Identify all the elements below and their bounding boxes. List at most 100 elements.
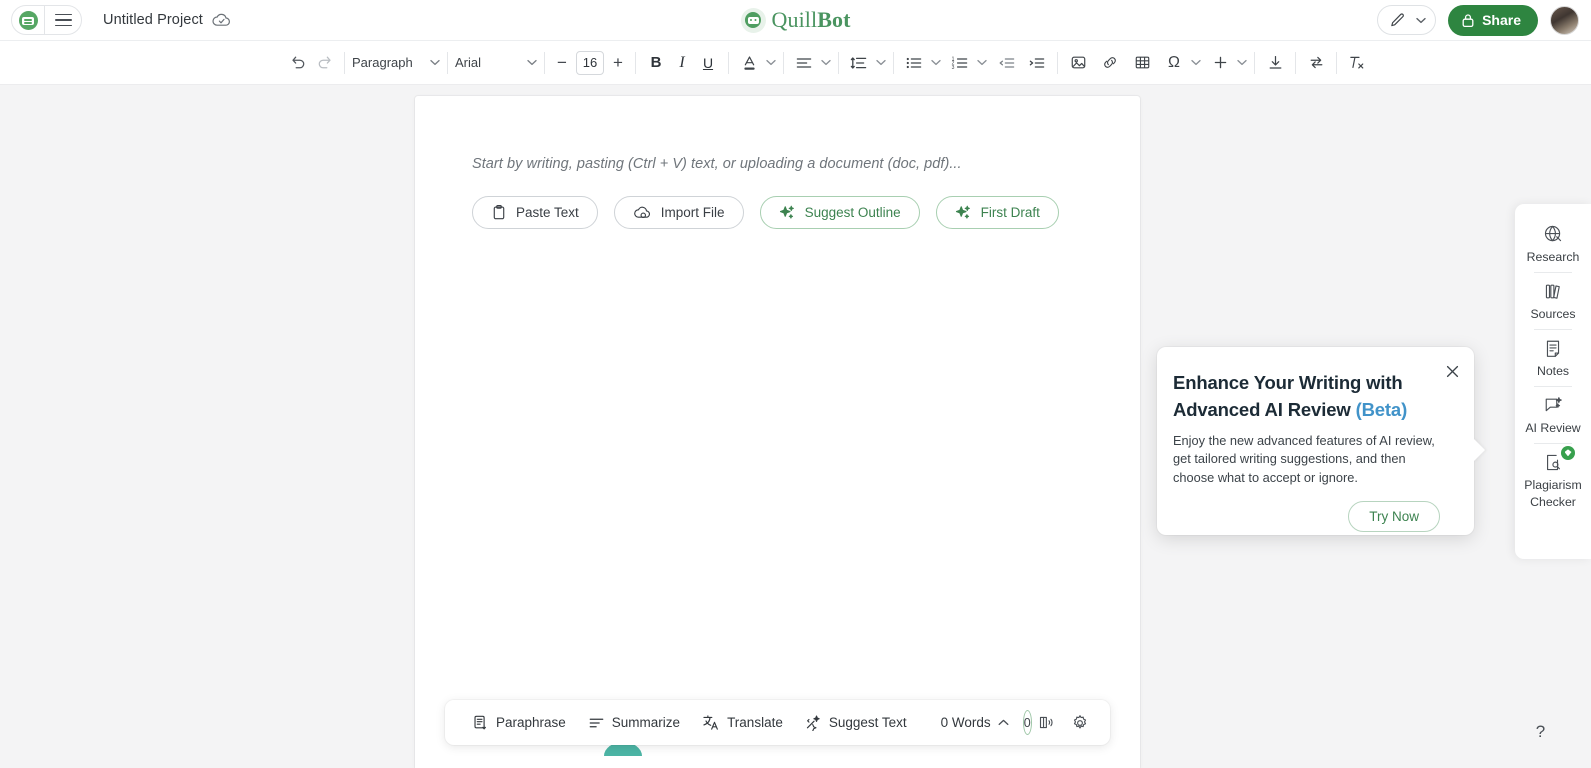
chevron-down-icon[interactable] [821, 59, 831, 66]
bullet-list-icon[interactable] [901, 49, 927, 77]
suggest-outline-button[interactable]: Suggest Outline [759, 196, 920, 229]
promo-body-text: Enjoy the new advanced features of AI re… [1173, 433, 1435, 485]
italic-button[interactable]: I [669, 49, 695, 77]
promo-beta-tag: (Beta) [1355, 399, 1408, 420]
brand-wordmark: QuillBot [771, 7, 850, 33]
right-sidebar-rail: Research Sources Notes AI Review Plagiar… [1515, 204, 1591, 559]
line-spacing-icon[interactable] [846, 49, 872, 77]
clear-formatting-icon[interactable] [1344, 49, 1370, 77]
insert-link-icon[interactable] [1097, 49, 1123, 77]
chevron-down-icon[interactable] [876, 59, 886, 66]
chevron-down-icon[interactable] [931, 59, 941, 66]
cloud-saved-icon [212, 13, 231, 27]
translate-button[interactable]: Translate [691, 708, 794, 738]
chevron-down-icon[interactable] [1191, 59, 1201, 66]
summarize-button[interactable]: Summarize [577, 708, 691, 738]
gear-icon[interactable] [1065, 708, 1096, 738]
document-page[interactable]: Start by writing, pasting (Ctrl + V) tex… [415, 96, 1140, 768]
sidebar-item-label: AI Review [1525, 420, 1581, 435]
quillbot-bot-icon[interactable] [12, 6, 45, 34]
first-draft-label: First Draft [980, 205, 1040, 220]
lock-icon [1461, 13, 1475, 28]
format-toolbar: Paragraph Arial − 16 + B I U 1 2 3 Ω [0, 41, 1591, 85]
decrease-font-size-button[interactable]: − [552, 50, 572, 76]
paragraph-style-value: Paragraph [352, 55, 413, 70]
brand-bot-text: Bot [817, 7, 851, 32]
sidebar-item-label: Notes [1536, 363, 1570, 378]
chevron-up-icon [998, 719, 1009, 726]
share-button[interactable]: Share [1448, 4, 1538, 36]
edit-mode-dropdown[interactable] [1377, 5, 1437, 35]
sparkle-icon [955, 204, 972, 221]
close-icon[interactable] [1443, 362, 1461, 380]
premium-badge-icon [1561, 445, 1575, 460]
sidebar-item-label: Research [1526, 250, 1580, 264]
first-draft-button[interactable]: First Draft [935, 196, 1059, 229]
indent-icon[interactable] [1024, 49, 1050, 77]
chevron-down-icon [1416, 17, 1426, 24]
hamburger-menu-icon[interactable] [45, 6, 81, 34]
avatar[interactable] [1550, 5, 1579, 35]
header-right-group: Share [1377, 4, 1579, 36]
word-count-toggle[interactable]: 0 Words [932, 715, 1009, 730]
share-label: Share [1482, 12, 1521, 28]
translate-icon [702, 714, 720, 731]
project-title[interactable]: Untitled Project [103, 12, 203, 28]
align-left-icon[interactable] [791, 49, 817, 77]
insert-more-icon[interactable] [1207, 49, 1233, 77]
font-size-input[interactable]: 16 [576, 50, 604, 75]
import-file-button[interactable]: Import File [613, 196, 744, 229]
promo-cta-row: Try Now [1173, 500, 1449, 532]
try-now-button[interactable]: Try Now [1348, 500, 1440, 532]
paste-text-label: Paste Text [516, 205, 579, 220]
paste-text-button[interactable]: Paste Text [472, 196, 598, 229]
outdent-icon[interactable] [994, 49, 1020, 77]
text-color-icon[interactable] [736, 49, 762, 77]
chevron-down-icon[interactable] [977, 59, 987, 66]
clipboard-icon [491, 204, 507, 221]
help-icon[interactable]: ? [1528, 719, 1553, 744]
writing-score-badge[interactable]: 0 [1022, 710, 1032, 735]
bottom-bar-right-icons [1032, 708, 1096, 738]
translate-label: Translate [727, 715, 783, 730]
chevron-down-icon[interactable] [766, 59, 776, 66]
quillbot-logo-icon [740, 7, 766, 33]
sidebar-item-research[interactable]: Research [1515, 216, 1591, 272]
word-count-label: 0 Words [940, 715, 991, 730]
suggest-outline-label: Suggest Outline [804, 205, 901, 220]
sidebar-item-label: Sources [1530, 306, 1576, 321]
insert-table-icon[interactable] [1129, 49, 1155, 77]
bold-button[interactable]: B [643, 49, 669, 77]
special-character-icon[interactable]: Ω [1161, 49, 1187, 77]
quillbot-editor-app: Untitled Project QuillBot Share Paragrap… [0, 0, 1591, 768]
ai-review-icon [1543, 394, 1564, 417]
summarize-label: Summarize [611, 715, 681, 730]
sidebar-item-notes[interactable]: Notes [1515, 330, 1591, 386]
font-family-select[interactable]: Arial [455, 49, 537, 77]
numbered-list-icon[interactable]: 1 2 3 [947, 49, 973, 77]
underline-button[interactable]: U [695, 49, 721, 77]
paraphrase-label: Paraphrase [496, 715, 566, 730]
suggest-text-icon [805, 714, 822, 731]
increase-font-size-button[interactable]: + [608, 50, 628, 76]
read-aloud-icon[interactable] [1032, 708, 1063, 738]
compare-icon[interactable] [1303, 49, 1329, 77]
summarize-icon [588, 715, 605, 731]
ai-review-promo-popover: Enhance Your Writing with Advanced AI Re… [1157, 347, 1474, 535]
paraphrase-button[interactable]: Paraphrase [461, 708, 577, 738]
sidebar-item-sources[interactable]: Sources [1515, 273, 1591, 329]
header-left-group: Untitled Project [0, 5, 231, 35]
sidebar-item-ai-review[interactable]: AI Review [1515, 387, 1591, 443]
paraphrase-icon [472, 714, 489, 731]
chevron-down-icon [430, 59, 440, 66]
redo-icon[interactable] [311, 49, 337, 77]
paragraph-style-select[interactable]: Paragraph [352, 49, 440, 77]
bottom-tools-bar: Paraphrase Summarize Translate Suggest T… [445, 700, 1110, 745]
chevron-down-icon[interactable] [1237, 59, 1247, 66]
suggest-text-label: Suggest Text [828, 715, 907, 730]
undo-icon[interactable] [285, 49, 311, 77]
suggest-text-button[interactable]: Suggest Text [794, 708, 918, 738]
insert-image-icon[interactable] [1065, 49, 1091, 77]
download-icon[interactable] [1262, 49, 1288, 77]
sidebar-item-plagiarism-checker[interactable]: Plagiarism Checker [1515, 444, 1591, 517]
